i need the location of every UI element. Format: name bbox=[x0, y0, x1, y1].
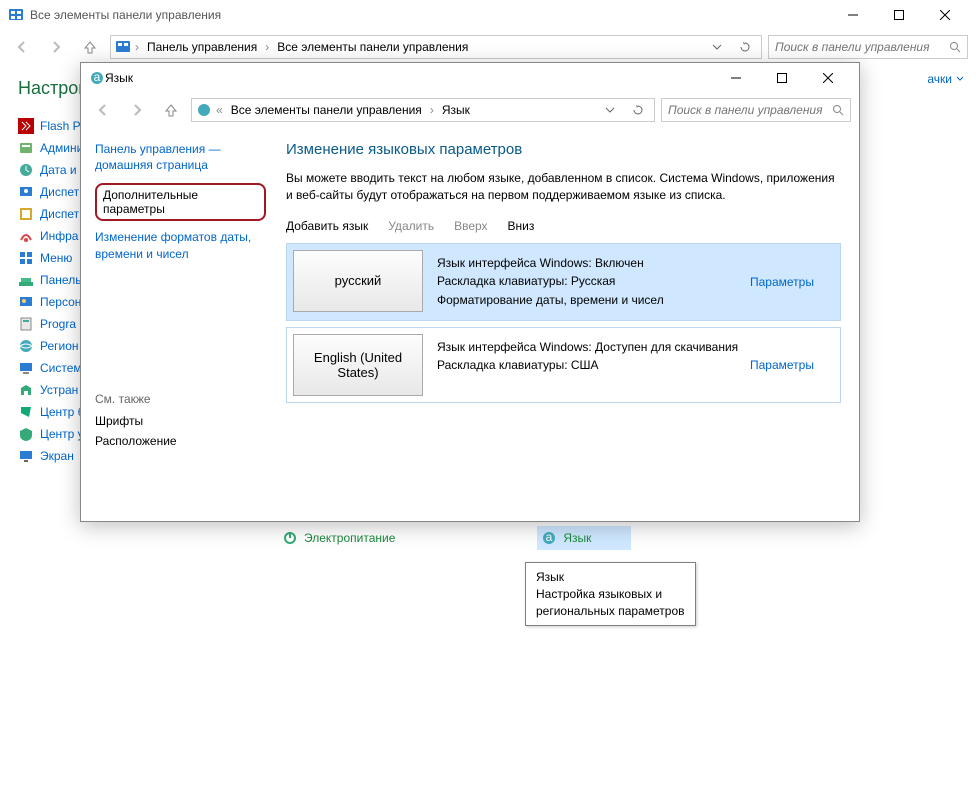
language-params-link[interactable]: Параметры bbox=[750, 244, 840, 320]
search-icon[interactable] bbox=[832, 104, 844, 116]
back-window-title: Все элементы панели управления bbox=[30, 8, 221, 22]
dialog-maximize-button[interactable] bbox=[759, 63, 805, 93]
dialog-up-button[interactable] bbox=[157, 96, 185, 124]
dialog-sidebar: Панель управления — домашняя страница До… bbox=[81, 127, 276, 521]
back-button[interactable] bbox=[8, 33, 36, 61]
advanced-params-link[interactable]: Дополнительные параметры bbox=[95, 183, 266, 221]
move-up-action[interactable]: Вверх bbox=[454, 219, 487, 233]
power-link[interactable]: Электропитание bbox=[280, 526, 397, 550]
language-icon bbox=[196, 102, 212, 118]
language-card[interactable]: English (United States)Язык интерфейса W… bbox=[286, 327, 841, 403]
language-info: Язык интерфейса Windows: Доступен для ск… bbox=[429, 328, 750, 402]
add-language-action[interactable]: Добавить язык bbox=[286, 219, 368, 233]
refresh-icon[interactable] bbox=[626, 98, 650, 122]
language-name-button[interactable]: English (United States) bbox=[293, 334, 423, 396]
dialog-address-bar[interactable]: « Все элементы панели управления › Язык bbox=[191, 98, 655, 122]
search-icon[interactable] bbox=[949, 41, 961, 53]
dialog-heading: Изменение языковых параметров bbox=[286, 141, 841, 158]
language-card[interactable]: русскийЯзык интерфейса Windows: ВключенР… bbox=[286, 243, 841, 321]
language-icon: a bbox=[89, 70, 105, 86]
back-titlebar: Все элементы панели управления bbox=[0, 0, 976, 30]
crumb-1[interactable]: Все элементы панели управления bbox=[273, 38, 472, 56]
back-navrow: › Панель управления › Все элементы панел… bbox=[0, 30, 976, 64]
action-row: Добавить язык Удалить Вверх Вниз bbox=[286, 219, 841, 233]
language-icon: a bbox=[541, 530, 557, 546]
forward-button[interactable] bbox=[42, 33, 70, 61]
crumb-0[interactable]: Панель управления bbox=[143, 38, 261, 56]
address-bar[interactable]: › Панель управления › Все элементы панел… bbox=[110, 35, 762, 59]
refresh-icon[interactable] bbox=[733, 35, 757, 59]
dialog-description: Вы можете вводить текст на любом языке, … bbox=[286, 170, 841, 205]
control-panel-icon bbox=[115, 39, 131, 55]
power-icon bbox=[282, 530, 298, 546]
dialog-search-box[interactable] bbox=[661, 98, 851, 122]
svg-text:a: a bbox=[94, 70, 101, 84]
dialog-title: Язык bbox=[105, 71, 133, 85]
dialog-nav: « Все элементы панели управления › Язык bbox=[81, 93, 859, 127]
remove-action[interactable]: Удалить bbox=[388, 219, 434, 233]
dialog-minimize-button[interactable] bbox=[713, 63, 759, 93]
dialog-forward-button[interactable] bbox=[123, 96, 151, 124]
chevron-down-icon[interactable] bbox=[598, 98, 622, 122]
svg-text:a: a bbox=[546, 530, 553, 544]
minimize-button[interactable] bbox=[830, 0, 876, 30]
maximize-button[interactable] bbox=[876, 0, 922, 30]
formats-link[interactable]: Изменение форматов даты, времени и чисел bbox=[95, 229, 266, 261]
language-name-button[interactable]: русский bbox=[293, 250, 423, 312]
language-link[interactable]: aЯзык bbox=[537, 526, 631, 550]
search-input[interactable] bbox=[775, 40, 949, 54]
tooltip: Язык Настройка языковых и региональных п… bbox=[525, 562, 696, 626]
see-also-label: См. также bbox=[95, 392, 266, 406]
up-button[interactable] bbox=[76, 33, 104, 61]
dialog-search-input[interactable] bbox=[668, 103, 832, 117]
dialog-back-button[interactable] bbox=[89, 96, 117, 124]
move-down-action[interactable]: Вниз bbox=[508, 219, 535, 233]
home-link[interactable]: Панель управления — домашняя страница bbox=[95, 141, 266, 173]
right-cutoff-link[interactable]: ачки bbox=[927, 72, 964, 86]
dialog-titlebar: a Язык bbox=[81, 63, 859, 93]
close-button[interactable] bbox=[922, 0, 968, 30]
dialog-main: Изменение языковых параметров Вы можете … bbox=[276, 127, 859, 521]
dialog-close-button[interactable] bbox=[805, 63, 851, 93]
location-link[interactable]: Расположение bbox=[95, 434, 266, 448]
fonts-link[interactable]: Шрифты bbox=[95, 414, 266, 428]
language-info: Язык интерфейса Windows: ВключенРаскладк… bbox=[429, 244, 750, 320]
language-dialog: a Язык « Все элементы панели управления … bbox=[80, 62, 860, 522]
language-params-link[interactable]: Параметры bbox=[750, 328, 840, 402]
control-panel-icon bbox=[8, 7, 24, 23]
address-dropdown-icon[interactable] bbox=[705, 35, 729, 59]
search-box[interactable] bbox=[768, 35, 968, 59]
